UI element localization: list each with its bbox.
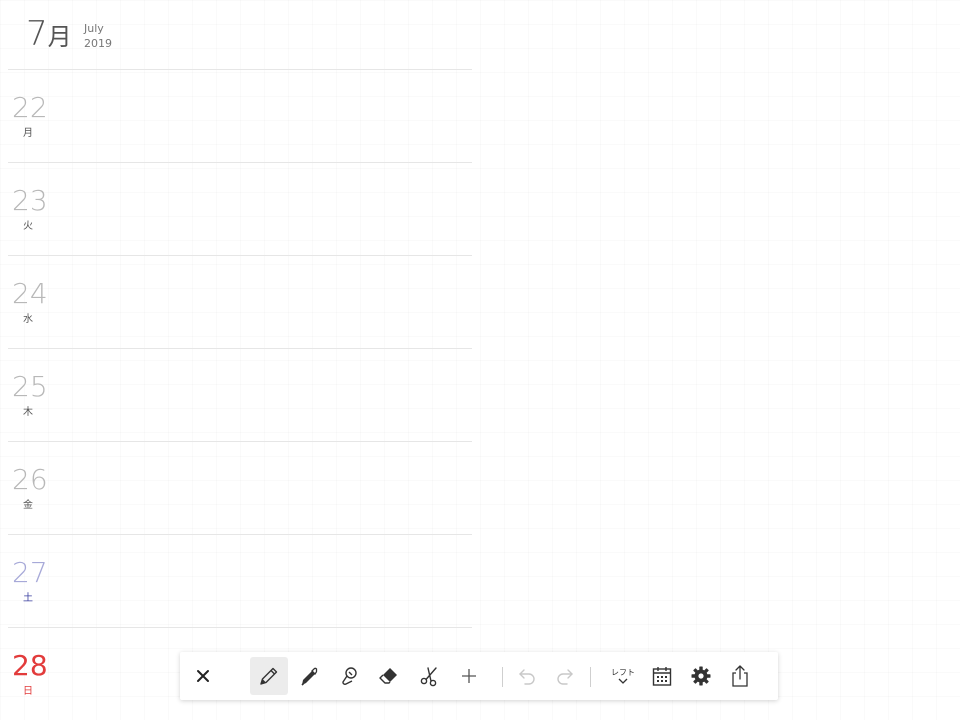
layout-label: レフト (611, 667, 635, 677)
toolbar-divider (502, 667, 503, 687)
layout-button[interactable]: レフト (604, 657, 642, 695)
calendar-icon (652, 667, 672, 686)
day-row[interactable]: 22 月 (8, 69, 472, 162)
planner-page: 7月 July 2019 22 月 23 火 24 水 25 木 26 金 27… (0, 0, 960, 720)
settings-button[interactable] (682, 657, 720, 695)
day-weekday: 月 (23, 128, 33, 139)
day-row[interactable]: 23 火 (8, 162, 472, 255)
toolbar-divider (590, 667, 591, 687)
add-button[interactable] (450, 657, 488, 695)
month-title: 7月 (26, 12, 72, 59)
month-kanji: 月 (47, 23, 72, 51)
chevron-down-icon (618, 678, 628, 684)
day-number: 28 (12, 649, 48, 682)
undo-icon (519, 669, 535, 685)
day-number: 25 (12, 370, 48, 403)
day-weekday: 木 (23, 407, 33, 418)
eraser-icon (379, 668, 397, 684)
day-number: 23 (12, 184, 48, 217)
close-icon (197, 670, 209, 682)
share-icon (732, 665, 748, 687)
marker-tool-button[interactable] (290, 657, 328, 695)
scissors-tool-button[interactable] (410, 657, 448, 695)
day-weekday: 水 (23, 314, 33, 325)
redo-button[interactable] (546, 657, 584, 695)
day-row[interactable]: 24 水 (8, 255, 472, 348)
calendar-button[interactable] (643, 657, 681, 695)
month-english: July (84, 22, 104, 35)
undo-button[interactable] (508, 657, 546, 695)
month-number: 7 (26, 14, 48, 54)
stamp-tool-button[interactable] (331, 657, 369, 695)
scissors-icon (420, 667, 437, 687)
marker-icon (301, 667, 318, 686)
eraser-tool-button[interactable] (370, 657, 408, 695)
day-row[interactable]: 26 金 (8, 441, 472, 534)
day-number: 24 (12, 277, 48, 310)
stamp-icon (342, 667, 357, 685)
redo-icon (557, 669, 573, 685)
gear-icon (691, 666, 711, 686)
day-weekday: 火 (23, 221, 33, 232)
day-weekday: 金 (23, 500, 33, 511)
day-number: 27 (12, 556, 48, 589)
day-number: 22 (12, 91, 48, 124)
year-label: 2019 (84, 37, 112, 50)
day-row-saturday[interactable]: 27 土 (8, 534, 472, 627)
day-weekday: 土 (23, 593, 33, 604)
close-button[interactable] (184, 657, 222, 695)
day-row[interactable]: 25 木 (8, 348, 472, 441)
drawing-toolbar: レフト (180, 652, 778, 700)
share-button[interactable] (721, 657, 759, 695)
day-weekday: 日 (23, 686, 33, 697)
plus-icon (462, 669, 476, 683)
day-list: 22 月 23 火 24 水 25 木 26 金 27 土 28 日 (8, 69, 472, 720)
pencil-tool-button[interactable] (250, 657, 288, 695)
day-number: 26 (12, 463, 48, 496)
pencil-icon (260, 667, 278, 685)
